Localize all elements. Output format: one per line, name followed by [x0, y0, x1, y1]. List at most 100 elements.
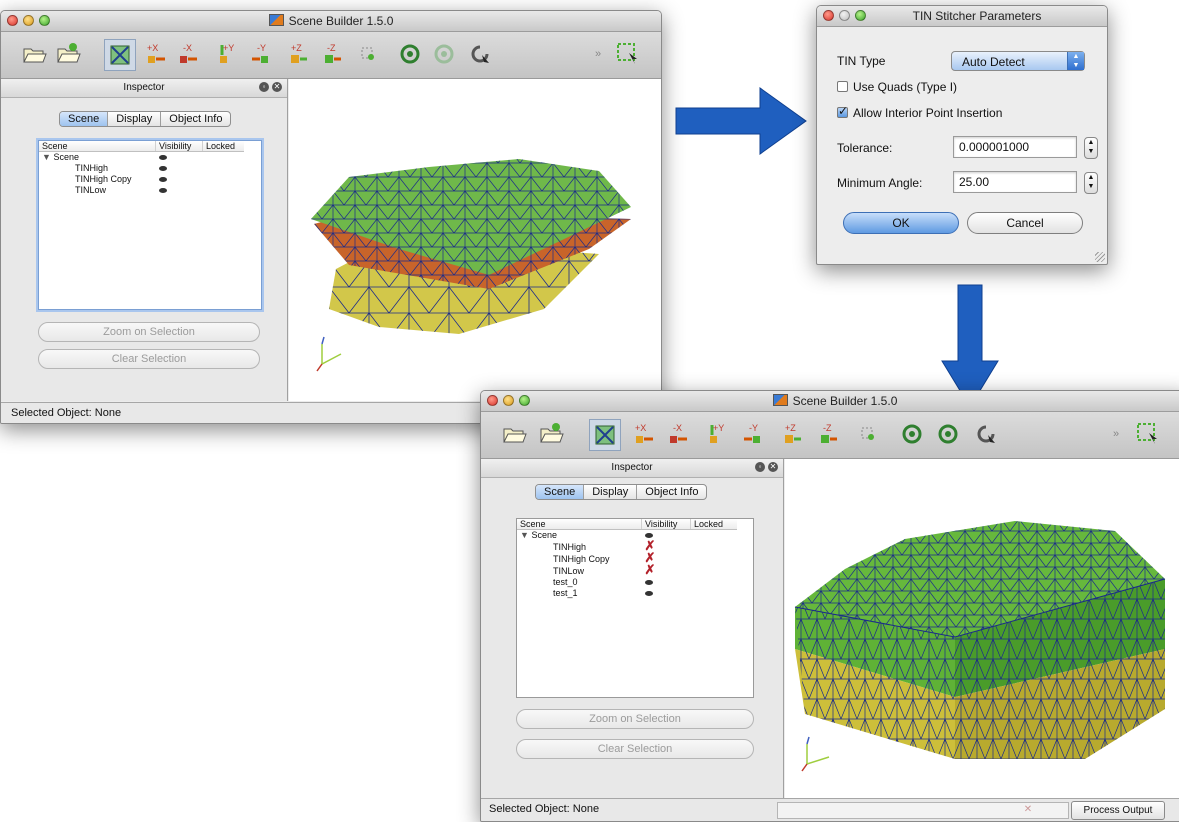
tree-item[interactable]: TINLow: [517, 565, 642, 577]
tin-type-label: TIN Type: [837, 54, 886, 68]
tree-header-visibility[interactable]: Visibility: [641, 519, 691, 530]
new-icon[interactable]: [536, 419, 566, 449]
tree-item[interactable]: TINLow: [39, 185, 156, 196]
min-angle-field[interactable]: 25.00: [953, 171, 1077, 193]
3d-viewport[interactable]: [289, 79, 661, 401]
checkbox-icon[interactable]: [837, 81, 848, 92]
tolerance-field[interactable]: 0.000001000: [953, 136, 1077, 158]
tree-root[interactable]: Scene: [53, 152, 79, 162]
inspector-panel: Inspector ◦ ✕ Scene Display Object Info S…: [481, 459, 784, 800]
visibility-eye-icon[interactable]: [158, 155, 167, 160]
view-plus-z-icon[interactable]: +Z: [283, 39, 313, 69]
view-minus-y-icon[interactable]: -Y: [739, 419, 769, 449]
visibility-eye-icon[interactable]: [158, 166, 167, 171]
tab-object-info[interactable]: Object Info: [637, 485, 706, 499]
visibility-eye-icon[interactable]: [644, 591, 653, 596]
cancel-button[interactable]: Cancel: [967, 212, 1083, 234]
toolbar-label-py: +Y: [713, 423, 724, 433]
inspector-detach-icon[interactable]: ◦: [259, 82, 269, 92]
tab-object-info[interactable]: Object Info: [161, 112, 230, 126]
toolbar-label-px: +X: [635, 423, 646, 433]
tab-scene[interactable]: Scene: [536, 485, 585, 499]
view-minus-y-icon[interactable]: -Y: [247, 39, 277, 69]
open-icon[interactable]: [19, 39, 49, 69]
min-angle-stepper[interactable]: ▲ ▼: [1084, 172, 1098, 194]
tree-item[interactable]: TINHigh: [517, 541, 642, 553]
dialog-title-bar[interactable]: TIN Stitcher Parameters: [817, 6, 1107, 27]
scene-tree[interactable]: Scene Visibility Locked ▼ Scene TINHigh ✗…: [516, 518, 754, 698]
inspector-close-icon[interactable]: ✕: [272, 82, 282, 92]
toolbar-label-py: +Y: [223, 43, 234, 53]
oblique-icon[interactable]: [353, 39, 383, 69]
view-plus-x-icon[interactable]: +X: [629, 419, 659, 449]
tree-header-scene[interactable]: Scene: [39, 141, 156, 152]
tin-stitcher-dialog: TIN Stitcher Parameters TIN Type Auto De…: [816, 5, 1108, 265]
tree-item[interactable]: test_1: [517, 588, 642, 599]
rotate-alt-icon[interactable]: [933, 419, 963, 449]
reset-icon[interactable]: [465, 39, 495, 69]
inspector-detach-icon[interactable]: ◦: [755, 462, 765, 472]
disclosure-triangle-icon[interactable]: ▼: [520, 530, 529, 540]
hidden-visibility-icon[interactable]: ✗: [645, 562, 656, 577]
rotate-icon[interactable]: [897, 419, 927, 449]
tree-item[interactable]: TINHigh: [39, 163, 156, 174]
checkbox-checked-icon[interactable]: [837, 104, 848, 118]
tree-root[interactable]: Scene: [531, 530, 557, 540]
tree-header-scene[interactable]: Scene: [517, 519, 642, 530]
visibility-eye-icon[interactable]: [158, 177, 167, 182]
clear-selection-button[interactable]: Clear Selection: [516, 739, 754, 759]
tree-item[interactable]: TINHigh Copy: [39, 174, 156, 185]
open-icon[interactable]: [499, 419, 529, 449]
new-icon[interactable]: [53, 39, 83, 69]
zoom-on-selection-button[interactable]: Zoom on Selection: [38, 322, 260, 342]
3d-viewport[interactable]: [785, 459, 1179, 800]
title-bar[interactable]: Scene Builder 1.5.0: [481, 391, 1179, 412]
fit-view-icon[interactable]: [589, 419, 621, 451]
tree-item[interactable]: TINHigh Copy: [517, 553, 642, 565]
oblique-icon[interactable]: [853, 419, 883, 449]
rotate-icon[interactable]: [395, 39, 425, 69]
select-icon[interactable]: [613, 39, 643, 69]
tree-header-locked[interactable]: Locked: [690, 519, 737, 530]
process-output-button[interactable]: Process Output: [1071, 801, 1165, 820]
app-icon: [772, 394, 788, 406]
tab-scene[interactable]: Scene: [60, 112, 109, 126]
allow-interior-checkbox[interactable]: Allow Interior Point Insertion: [837, 104, 1003, 120]
use-quads-checkbox[interactable]: Use Quads (Type I): [837, 80, 957, 94]
tolerance-stepper[interactable]: ▲ ▼: [1084, 137, 1098, 159]
rotate-disabled-icon[interactable]: [429, 39, 459, 69]
ok-button[interactable]: OK: [843, 212, 959, 234]
select-icon[interactable]: [1133, 419, 1163, 449]
fit-view-icon[interactable]: [104, 39, 136, 71]
reset-icon[interactable]: [971, 419, 1001, 449]
scene-builder-window-2: Scene Builder 1.5.0 +X -X +Y -Y +Z -Z » …: [480, 390, 1179, 822]
title-bar[interactable]: Scene Builder 1.5.0: [1, 11, 661, 32]
view-minus-x-icon[interactable]: -X: [173, 39, 203, 69]
view-minus-z-icon[interactable]: -Z: [813, 419, 843, 449]
disclosure-triangle-icon[interactable]: ▼: [42, 152, 51, 162]
select-arrows-icon: ▲ ▼: [1067, 52, 1084, 70]
tree-item[interactable]: test_0: [517, 577, 642, 588]
tin-type-select[interactable]: Auto Detect ▲ ▼: [951, 51, 1085, 71]
cancel-process-icon[interactable]: ✕: [1021, 803, 1035, 816]
scene-tree[interactable]: Scene Visibility Locked ▼ Scene TINHigh …: [38, 140, 262, 310]
zoom-on-selection-button[interactable]: Zoom on Selection: [516, 709, 754, 729]
view-plus-y-icon[interactable]: +Y: [213, 39, 243, 69]
view-plus-y-icon[interactable]: +Y: [703, 419, 733, 449]
view-plus-x-icon[interactable]: +X: [141, 39, 171, 69]
visibility-eye-icon[interactable]: [158, 188, 167, 193]
tree-header-locked[interactable]: Locked: [202, 141, 244, 152]
inspector-close-icon[interactable]: ✕: [768, 462, 778, 472]
resize-grip-icon[interactable]: [1095, 252, 1105, 262]
overflow-icon[interactable]: »: [1101, 419, 1131, 449]
allow-interior-label: Allow Interior Point Insertion: [853, 106, 1003, 120]
visibility-eye-icon[interactable]: [644, 580, 653, 585]
view-plus-z-icon[interactable]: +Z: [777, 419, 807, 449]
overflow-icon[interactable]: »: [583, 39, 613, 69]
clear-selection-button[interactable]: Clear Selection: [38, 349, 260, 369]
view-minus-z-icon[interactable]: -Z: [317, 39, 347, 69]
tab-display[interactable]: Display: [584, 485, 638, 499]
tab-display[interactable]: Display: [108, 112, 162, 126]
tree-header-visibility[interactable]: Visibility: [155, 141, 203, 152]
view-minus-x-icon[interactable]: -X: [663, 419, 693, 449]
